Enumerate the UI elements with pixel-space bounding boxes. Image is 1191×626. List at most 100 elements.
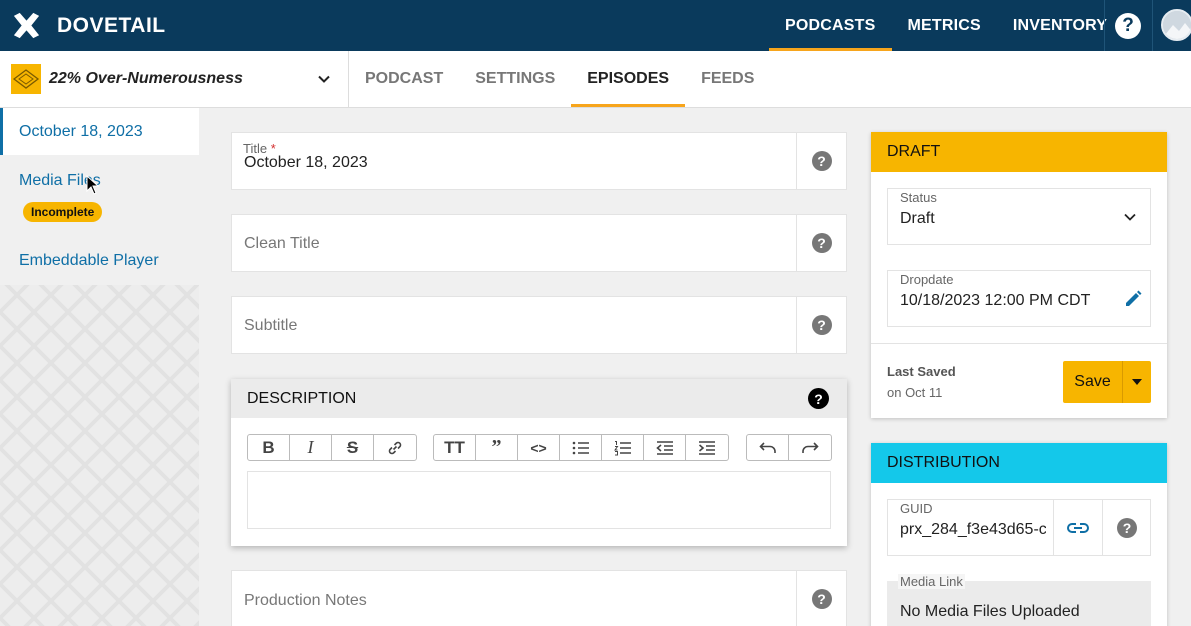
divider bbox=[871, 343, 1167, 344]
sidebar-item-episode[interactable]: October 18, 2023 bbox=[0, 108, 199, 155]
redo-button[interactable] bbox=[789, 435, 831, 460]
episode-tabs: PODCAST SETTINGS EPISODES FEEDS bbox=[349, 51, 770, 107]
sidebar-item-embeddable-player[interactable]: Embeddable Player bbox=[0, 252, 199, 270]
media-link-value: No Media Files Uploaded bbox=[900, 603, 1080, 620]
quote-icon: ” bbox=[491, 436, 502, 458]
link-icon bbox=[388, 441, 402, 454]
media-link-field: Media Link No Media Files Uploaded bbox=[887, 574, 1151, 626]
guid-value: prx_284_f3e43d65-c bbox=[900, 521, 1046, 538]
main-nav: PODCASTS METRICS INVENTORY bbox=[769, 0, 1123, 51]
italic-button[interactable]: I bbox=[290, 435, 332, 460]
draft-panel: DRAFT Status Draft Dropdate 10/18/2023 1… bbox=[871, 132, 1167, 418]
italic-icon: I bbox=[307, 437, 314, 457]
tab-episodes[interactable]: EPISODES bbox=[571, 51, 686, 107]
tab-podcast[interactable]: PODCAST bbox=[349, 51, 459, 107]
logo[interactable]: DOVETAIL bbox=[0, 0, 166, 51]
block-toolbar: TT ” <> bbox=[433, 434, 729, 461]
description-card: DESCRIPTION ? B I S TT ” <> bbox=[231, 379, 847, 546]
title-help-button[interactable]: ? bbox=[796, 133, 846, 189]
save-button-group: Save bbox=[1063, 361, 1151, 403]
bullet-list-button[interactable] bbox=[560, 435, 602, 460]
caret-down-icon bbox=[1132, 379, 1142, 385]
dropdate-value: 10/18/2023 12:00 PM CDT bbox=[900, 292, 1091, 309]
brand-name: DOVETAIL bbox=[57, 13, 166, 37]
dovetail-logo-icon bbox=[13, 12, 40, 39]
draft-panel-header: DRAFT bbox=[871, 132, 1167, 172]
clean-title-input[interactable]: Clean Title bbox=[244, 235, 320, 253]
clean-title-field[interactable]: Clean Title ? bbox=[231, 214, 847, 272]
strikethrough-button[interactable]: S bbox=[332, 435, 374, 460]
outdent-button[interactable] bbox=[644, 435, 686, 460]
chevron-down-icon bbox=[1124, 213, 1136, 221]
redo-icon bbox=[802, 441, 819, 453]
undo-button[interactable] bbox=[747, 435, 789, 460]
code-button[interactable]: <> bbox=[518, 435, 560, 460]
production-notes-field[interactable]: Production Notes ? bbox=[231, 570, 847, 626]
bold-icon: B bbox=[262, 437, 275, 457]
distribution-panel-header: DISTRIBUTION bbox=[871, 443, 1167, 483]
help-icon: ? bbox=[1117, 517, 1137, 538]
save-options-button[interactable] bbox=[1123, 361, 1151, 403]
status-badge: Incomplete bbox=[23, 202, 103, 222]
nav-metrics[interactable]: METRICS bbox=[892, 0, 997, 51]
guid-field[interactable]: GUID prx_284_f3e43d65-c ? bbox=[887, 499, 1151, 556]
undo-icon bbox=[758, 441, 776, 453]
last-saved-label: Last Saved bbox=[887, 364, 956, 379]
title-field[interactable]: Title * October 18, 2023 ? bbox=[231, 132, 847, 190]
edit-pencil-icon[interactable] bbox=[1123, 289, 1143, 309]
podcast-name: 22% Over-Numerousness bbox=[49, 70, 243, 87]
status-value: Draft bbox=[900, 210, 935, 227]
tab-feeds[interactable]: FEEDS bbox=[685, 51, 770, 107]
format-toolbar: B I S bbox=[247, 434, 417, 461]
help-icon: ? bbox=[811, 315, 832, 335]
history-toolbar bbox=[746, 434, 832, 461]
help-icon: ? bbox=[811, 589, 832, 609]
user-avatar[interactable] bbox=[1161, 9, 1191, 41]
production-notes-input[interactable]: Production Notes bbox=[244, 592, 367, 610]
dropdate-label: Dropdate bbox=[900, 272, 954, 287]
nav-podcasts[interactable]: PODCASTS bbox=[769, 0, 892, 51]
subtitle-help-button[interactable]: ? bbox=[796, 297, 846, 353]
guid-link-button[interactable] bbox=[1053, 500, 1102, 555]
numbered-list-button[interactable] bbox=[602, 435, 644, 460]
description-editor[interactable] bbox=[247, 471, 831, 529]
blockquote-button[interactable]: ” bbox=[476, 435, 518, 460]
podcast-selector[interactable]: 22% Over-Numerousness bbox=[0, 51, 349, 107]
heading-button[interactable]: TT bbox=[434, 435, 476, 460]
bullet-list-icon bbox=[572, 441, 589, 454]
dropdate-field[interactable]: Dropdate 10/18/2023 12:00 PM CDT bbox=[887, 270, 1151, 327]
subtitle-field[interactable]: Subtitle ? bbox=[231, 296, 847, 354]
mouse-cursor-icon bbox=[86, 175, 100, 195]
clean-title-help-button[interactable]: ? bbox=[796, 215, 846, 271]
media-link-label: Media Link bbox=[898, 574, 965, 589]
indent-button[interactable] bbox=[686, 435, 728, 460]
subtitle-input[interactable]: Subtitle bbox=[244, 317, 297, 335]
help-button[interactable]: ? bbox=[1104, 0, 1152, 51]
sub-navbar: 22% Over-Numerousness PODCAST SETTINGS E… bbox=[0, 51, 1191, 108]
indent-icon bbox=[698, 440, 715, 455]
guid-label: GUID bbox=[900, 501, 933, 516]
title-input[interactable]: October 18, 2023 bbox=[244, 154, 368, 172]
status-label: Status bbox=[900, 190, 937, 205]
podcast-artwork-icon bbox=[12, 69, 40, 89]
bold-button[interactable]: B bbox=[248, 435, 290, 460]
chevron-down-icon bbox=[318, 75, 330, 83]
description-header: DESCRIPTION ? bbox=[231, 379, 847, 418]
save-button[interactable]: Save bbox=[1063, 361, 1123, 403]
last-saved-value: on Oct 11 bbox=[887, 385, 943, 400]
description-help-icon[interactable]: ? bbox=[808, 388, 829, 409]
link-button[interactable] bbox=[374, 435, 416, 460]
guid-help-button[interactable]: ? bbox=[1102, 500, 1150, 555]
numbered-list-icon bbox=[613, 440, 631, 455]
episode-sidebar: October 18, 2023 Media Files Incomplete … bbox=[0, 108, 199, 626]
production-notes-help-button[interactable]: ? bbox=[796, 571, 846, 626]
podcast-thumbnail bbox=[11, 64, 41, 94]
help-icon: ? bbox=[811, 151, 832, 171]
strikethrough-icon: S bbox=[346, 437, 359, 457]
status-select[interactable]: Status Draft bbox=[887, 188, 1151, 245]
top-navbar: DOVETAIL PODCASTS METRICS INVENTORY ? bbox=[0, 0, 1191, 51]
avatar-image-icon bbox=[1163, 11, 1191, 39]
nav-divider bbox=[1152, 0, 1153, 51]
tab-settings[interactable]: SETTINGS bbox=[459, 51, 571, 107]
description-title: DESCRIPTION bbox=[247, 389, 357, 407]
